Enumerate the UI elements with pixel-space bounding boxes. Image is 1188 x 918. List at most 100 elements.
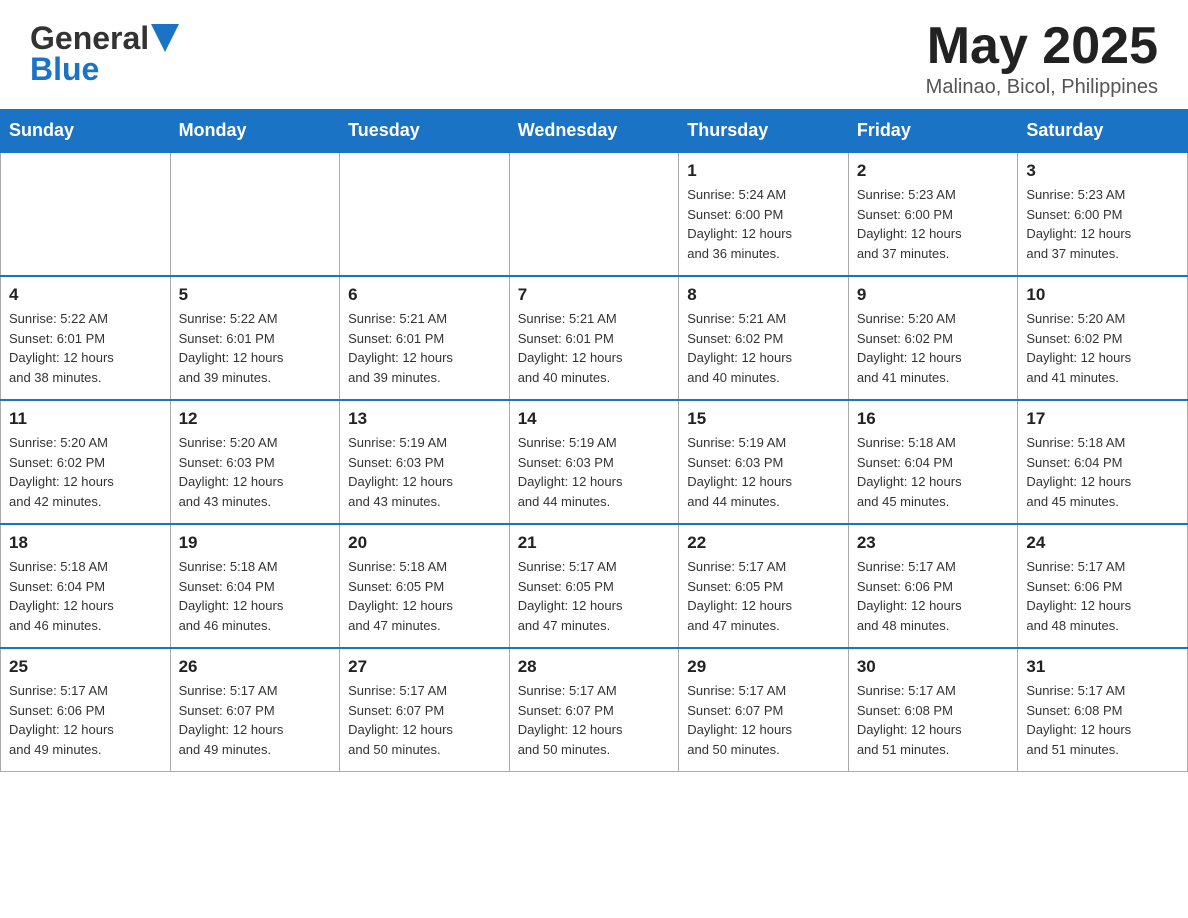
header-wednesday: Wednesday (509, 110, 679, 153)
day-info: Sunrise: 5:17 AMSunset: 6:07 PMDaylight:… (179, 681, 332, 759)
table-row: 24 Sunrise: 5:17 AMSunset: 6:06 PMDayligh… (1018, 524, 1188, 648)
calendar-week-row: 25 Sunrise: 5:17 AMSunset: 6:06 PMDayligh… (1, 648, 1188, 772)
day-number: 4 (9, 285, 162, 305)
day-number: 6 (348, 285, 501, 305)
header-tuesday: Tuesday (340, 110, 510, 153)
calendar-week-row: 1 Sunrise: 5:24 AMSunset: 6:00 PMDaylight… (1, 152, 1188, 276)
day-info: Sunrise: 5:17 AMSunset: 6:08 PMDaylight:… (857, 681, 1010, 759)
day-number: 15 (687, 409, 840, 429)
table-row: 25 Sunrise: 5:17 AMSunset: 6:06 PMDayligh… (1, 648, 171, 772)
day-number: 19 (179, 533, 332, 553)
day-info: Sunrise: 5:23 AMSunset: 6:00 PMDaylight:… (857, 185, 1010, 263)
table-row: 19 Sunrise: 5:18 AMSunset: 6:04 PMDayligh… (170, 524, 340, 648)
day-info: Sunrise: 5:21 AMSunset: 6:02 PMDaylight:… (687, 309, 840, 387)
day-info: Sunrise: 5:17 AMSunset: 6:06 PMDaylight:… (857, 557, 1010, 635)
table-row (509, 152, 679, 276)
day-info: Sunrise: 5:23 AMSunset: 6:00 PMDaylight:… (1026, 185, 1179, 263)
day-info: Sunrise: 5:20 AMSunset: 6:03 PMDaylight:… (179, 433, 332, 511)
day-info: Sunrise: 5:17 AMSunset: 6:08 PMDaylight:… (1026, 681, 1179, 759)
table-row (340, 152, 510, 276)
day-number: 5 (179, 285, 332, 305)
day-info: Sunrise: 5:17 AMSunset: 6:07 PMDaylight:… (687, 681, 840, 759)
location: Malinao, Bicol, Philippines (926, 76, 1158, 99)
day-info: Sunrise: 5:19 AMSunset: 6:03 PMDaylight:… (348, 433, 501, 511)
day-info: Sunrise: 5:21 AMSunset: 6:01 PMDaylight:… (518, 309, 671, 387)
table-row: 16Sunrise: 5:18 AMSunset: 6:04 PMDayligh… (848, 400, 1018, 524)
calendar: Sunday Monday Tuesday Wednesday Thursday… (0, 109, 1188, 772)
day-info: Sunrise: 5:17 AMSunset: 6:06 PMDaylight:… (9, 681, 162, 759)
table-row: 31 Sunrise: 5:17 AMSunset: 6:08 PMDayligh… (1018, 648, 1188, 772)
table-row: 30 Sunrise: 5:17 AMSunset: 6:08 PMDayligh… (848, 648, 1018, 772)
table-row: 15 Sunrise: 5:19 AMSunset: 6:03 PMDayligh… (679, 400, 849, 524)
table-row: 29 Sunrise: 5:17 AMSunset: 6:07 PMDayligh… (679, 648, 849, 772)
table-row: 13 Sunrise: 5:19 AMSunset: 6:03 PMDayligh… (340, 400, 510, 524)
table-row: 9Sunrise: 5:20 AMSunset: 6:02 PMDaylight… (848, 276, 1018, 400)
calendar-week-row: 18Sunrise: 5:18 AMSunset: 6:04 PMDayligh… (1, 524, 1188, 648)
table-row: 4 Sunrise: 5:22 AMSunset: 6:01 PMDaylight… (1, 276, 171, 400)
day-number: 11 (9, 409, 162, 429)
logo-triangle-icon (151, 24, 179, 56)
day-number: 17 (1026, 409, 1179, 429)
day-info: Sunrise: 5:19 AMSunset: 6:03 PMDaylight:… (518, 433, 671, 511)
day-info: Sunrise: 5:17 AMSunset: 6:07 PMDaylight:… (518, 681, 671, 759)
table-row (1, 152, 171, 276)
day-number: 8 (687, 285, 840, 305)
day-info: Sunrise: 5:18 AMSunset: 6:05 PMDaylight:… (348, 557, 501, 635)
table-row: 2 Sunrise: 5:23 AMSunset: 6:00 PMDaylight… (848, 152, 1018, 276)
day-number: 1 (687, 161, 840, 181)
day-info: Sunrise: 5:24 AMSunset: 6:00 PMDaylight:… (687, 185, 840, 263)
day-number: 13 (348, 409, 501, 429)
day-number: 31 (1026, 657, 1179, 677)
table-row: 17 Sunrise: 5:18 AMSunset: 6:04 PMDayligh… (1018, 400, 1188, 524)
header-thursday: Thursday (679, 110, 849, 153)
table-row: 1 Sunrise: 5:24 AMSunset: 6:00 PMDaylight… (679, 152, 849, 276)
calendar-week-row: 11 Sunrise: 5:20 AMSunset: 6:02 PMDayligh… (1, 400, 1188, 524)
day-info: Sunrise: 5:18 AMSunset: 6:04 PMDaylight:… (179, 557, 332, 635)
table-row: 3 Sunrise: 5:23 AMSunset: 6:00 PMDaylight… (1018, 152, 1188, 276)
day-number: 26 (179, 657, 332, 677)
day-number: 28 (518, 657, 671, 677)
day-number: 9 (857, 285, 1010, 305)
table-row: 8 Sunrise: 5:21 AMSunset: 6:02 PMDaylight… (679, 276, 849, 400)
day-number: 16 (857, 409, 1010, 429)
day-number: 20 (348, 533, 501, 553)
day-info: Sunrise: 5:17 AMSunset: 6:05 PMDaylight:… (518, 557, 671, 635)
day-info: Sunrise: 5:19 AMSunset: 6:03 PMDaylight:… (687, 433, 840, 511)
day-number: 29 (687, 657, 840, 677)
day-info: Sunrise: 5:17 AMSunset: 6:06 PMDaylight:… (1026, 557, 1179, 635)
day-number: 25 (9, 657, 162, 677)
day-number: 2 (857, 161, 1010, 181)
table-row: 23Sunrise: 5:17 AMSunset: 6:06 PMDayligh… (848, 524, 1018, 648)
day-number: 14 (518, 409, 671, 429)
day-info: Sunrise: 5:20 AMSunset: 6:02 PMDaylight:… (9, 433, 162, 511)
table-row: 26 Sunrise: 5:17 AMSunset: 6:07 PMDayligh… (170, 648, 340, 772)
table-row: 6 Sunrise: 5:21 AMSunset: 6:01 PMDaylight… (340, 276, 510, 400)
table-row (170, 152, 340, 276)
table-row: 27Sunrise: 5:17 AMSunset: 6:07 PMDayligh… (340, 648, 510, 772)
day-number: 10 (1026, 285, 1179, 305)
day-info: Sunrise: 5:21 AMSunset: 6:01 PMDaylight:… (348, 309, 501, 387)
header-saturday: Saturday (1018, 110, 1188, 153)
header-sunday: Sunday (1, 110, 171, 153)
header-friday: Friday (848, 110, 1018, 153)
day-number: 22 (687, 533, 840, 553)
day-info: Sunrise: 5:22 AMSunset: 6:01 PMDaylight:… (9, 309, 162, 387)
logo: General Blue (30, 20, 179, 88)
table-row: 11 Sunrise: 5:20 AMSunset: 6:02 PMDayligh… (1, 400, 171, 524)
day-number: 12 (179, 409, 332, 429)
table-row: 20 Sunrise: 5:18 AMSunset: 6:05 PMDayligh… (340, 524, 510, 648)
table-row: 7 Sunrise: 5:21 AMSunset: 6:01 PMDaylight… (509, 276, 679, 400)
table-row: 21Sunrise: 5:17 AMSunset: 6:05 PMDayligh… (509, 524, 679, 648)
day-info: Sunrise: 5:18 AMSunset: 6:04 PMDaylight:… (1026, 433, 1179, 511)
table-row: 14 Sunrise: 5:19 AMSunset: 6:03 PMDayligh… (509, 400, 679, 524)
header-monday: Monday (170, 110, 340, 153)
day-number: 3 (1026, 161, 1179, 181)
day-number: 7 (518, 285, 671, 305)
day-number: 27 (348, 657, 501, 677)
day-number: 30 (857, 657, 1010, 677)
table-row: 10Sunrise: 5:20 AMSunset: 6:02 PMDayligh… (1018, 276, 1188, 400)
table-row: 18Sunrise: 5:18 AMSunset: 6:04 PMDayligh… (1, 524, 171, 648)
day-number: 24 (1026, 533, 1179, 553)
day-info: Sunrise: 5:18 AMSunset: 6:04 PMDaylight:… (9, 557, 162, 635)
calendar-header-row: Sunday Monday Tuesday Wednesday Thursday… (1, 110, 1188, 153)
